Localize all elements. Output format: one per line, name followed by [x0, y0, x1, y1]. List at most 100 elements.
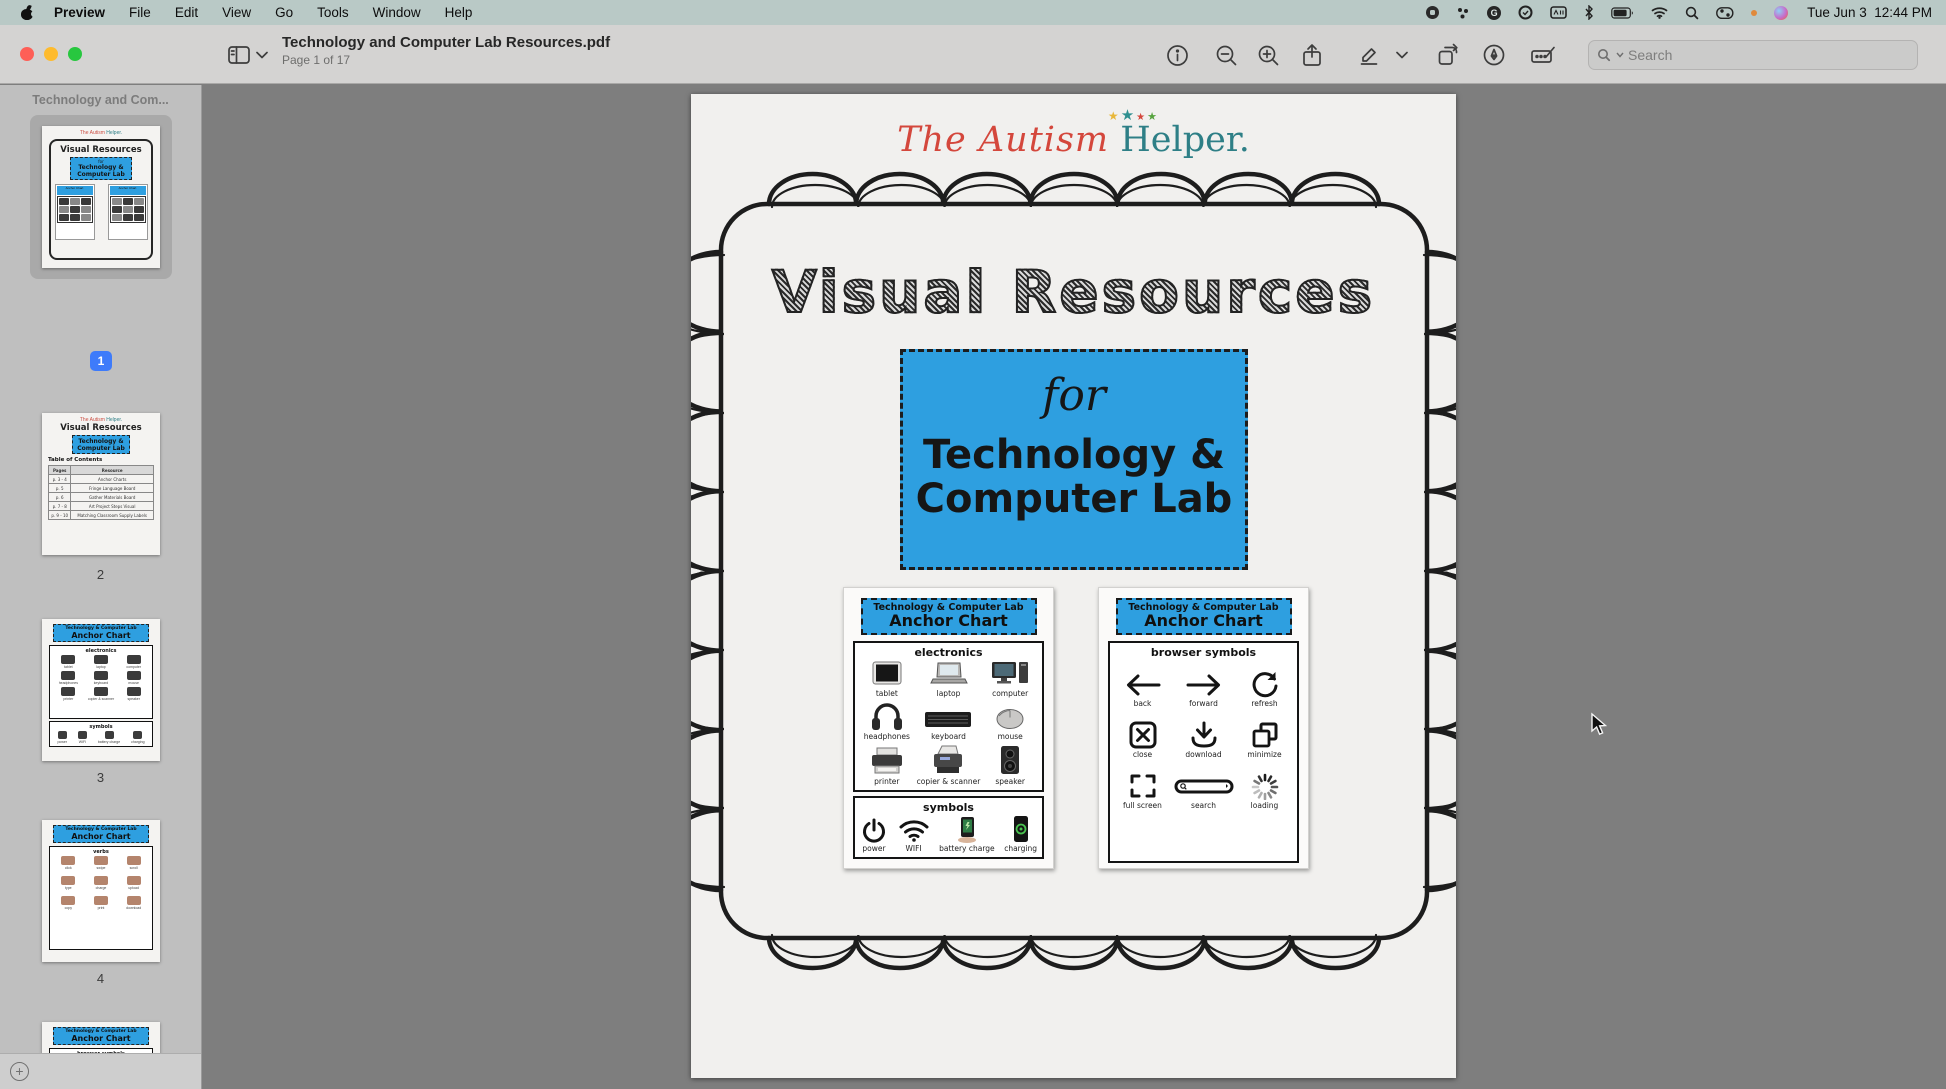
sidebar-toggle-button[interactable]	[224, 41, 254, 69]
sidebar-options-chevron[interactable]	[252, 41, 272, 69]
item-tablet: tablet	[857, 659, 917, 700]
wifi-icon[interactable]	[1651, 6, 1668, 19]
search-icon	[1597, 48, 1612, 62]
thumb4-item: swipe	[85, 856, 118, 870]
download-icon	[1188, 721, 1220, 749]
thumb4-item: upload	[117, 876, 150, 890]
item-back: back	[1112, 669, 1173, 710]
item-minimize: minimize	[1234, 720, 1295, 761]
thumb4-item: type	[52, 876, 85, 890]
search-placeholder: Search	[1628, 47, 1672, 63]
thumb2-toc: Table of Contents PagesResource p. 3 - 4…	[48, 457, 154, 520]
thumb3-symbols: symbols powerWIFIbattery chargecharging	[49, 721, 153, 747]
page-4-number: 4	[0, 971, 201, 986]
search-bar-icon	[1174, 772, 1234, 800]
thumb3-item: computer	[117, 655, 150, 669]
sidebar-footer: +	[0, 1053, 201, 1089]
thumb4-item: click	[52, 856, 85, 870]
item-printer: printer	[857, 743, 917, 788]
control-center-icon[interactable]	[1716, 7, 1734, 19]
menu-bar: Preview File Edit View Go Tools Window H…	[0, 0, 1946, 25]
highlight-options-chevron[interactable]	[1392, 41, 1412, 69]
mouse-cursor	[1588, 712, 1610, 738]
banner-line2: Computer Lab	[903, 477, 1245, 521]
minimize-icon	[1250, 721, 1280, 749]
thumb3-symbol: power	[57, 731, 67, 744]
bluetooth-icon[interactable]	[1584, 5, 1594, 20]
document-title: Technology and Computer Lab Resources.pd…	[282, 34, 610, 51]
document-view: The Autism Helper. ★★★★ Visual Resources…	[202, 85, 1946, 1089]
toc-row: p. 5Fringe Language Board	[49, 484, 154, 493]
zoom-out-button[interactable]	[1211, 41, 1241, 69]
chart-header: Technology & Computer Lab Anchor Chart	[1116, 598, 1292, 635]
thumbnail-page-3[interactable]: Technology & Computer Lab Anchor Chart e…	[42, 619, 160, 761]
page-3-number: 3	[0, 770, 201, 785]
thumbnail-page-2[interactable]: The Autism Helper. Visual Resources Tech…	[42, 413, 160, 555]
minimize-window-button[interactable]	[44, 47, 58, 61]
screen-record-icon[interactable]	[1426, 6, 1439, 19]
antivirus-icon[interactable]	[1518, 5, 1533, 20]
loading-spinner-icon	[1250, 772, 1280, 800]
item-close: close	[1112, 720, 1173, 761]
power-icon	[860, 817, 888, 843]
spotlight-icon[interactable]	[1685, 6, 1699, 20]
menu-item-file[interactable]: File	[117, 5, 163, 20]
thumb1-mini-charts: Anchor Chart Anchor Chart	[42, 184, 160, 240]
item-keyboard: keyboard	[917, 700, 981, 743]
apple-menu-icon[interactable]	[20, 6, 34, 20]
back-arrow-icon	[1123, 672, 1163, 698]
battery-icon[interactable]	[1611, 7, 1634, 19]
search-scope-chevron-icon	[1616, 52, 1624, 58]
menu-item-app[interactable]: Preview	[42, 5, 117, 20]
input-switcher-icon[interactable]	[1550, 6, 1567, 19]
thumb1-logo: The Autism Helper.	[42, 130, 160, 136]
search-input[interactable]: Search	[1588, 40, 1918, 70]
close-window-button[interactable]	[20, 47, 34, 61]
banner-for: for	[903, 370, 1245, 421]
zoom-in-button[interactable]	[1253, 41, 1283, 69]
thumb3-symbol: charging	[131, 731, 144, 744]
siri-icon[interactable]	[1774, 6, 1788, 20]
menu-item-tools[interactable]: Tools	[305, 5, 361, 20]
grammarly-icon[interactable]: G	[1487, 6, 1501, 20]
menu-item-go[interactable]: Go	[263, 5, 305, 20]
thumb4-item: charge	[85, 876, 118, 890]
title-banner: for Technology & Computer Lab	[900, 349, 1248, 570]
info-button[interactable]	[1162, 41, 1192, 69]
toc-row: p. 9 - 10Matching Classroom Supply Label…	[49, 511, 154, 520]
thumb4-verbs: verbs clickswipescrolltypechargeuploadco…	[49, 846, 153, 950]
app-dots-icon[interactable]	[1456, 6, 1470, 20]
thumb3-item: keyboard	[85, 671, 118, 685]
add-page-button[interactable]: +	[10, 1062, 29, 1081]
thumb3-symbol: battery charge	[98, 731, 120, 744]
menu-item-edit[interactable]: Edit	[163, 5, 210, 20]
zoom-window-button[interactable]	[68, 47, 82, 61]
notification-dot	[1751, 10, 1757, 16]
thumbnail-page-1[interactable]: The Autism Helper. Visual Resources for …	[42, 126, 160, 268]
item-download: download	[1173, 720, 1234, 761]
item-battery-charge: battery charge	[939, 814, 995, 855]
markup-button[interactable]	[1479, 41, 1509, 69]
share-button[interactable]	[1297, 41, 1327, 69]
sidebar-document-label: Technology and Com...	[0, 93, 201, 107]
page-1-badge: 1	[90, 351, 112, 371]
page-status: Page 1 of 17	[282, 53, 610, 67]
thumb3-item: headphones	[52, 671, 85, 685]
menu-item-window[interactable]: Window	[361, 5, 433, 20]
rotate-button[interactable]	[1433, 41, 1463, 69]
highlight-button[interactable]	[1354, 41, 1384, 69]
menu-clock[interactable]: Tue Jun 3 12:44 PM	[1807, 5, 1932, 20]
thumb3-header: Technology & Computer Lab Anchor Chart	[53, 624, 149, 642]
fill-sign-button[interactable]	[1528, 41, 1558, 69]
menu-item-help[interactable]: Help	[433, 5, 485, 20]
keyboard-icon	[923, 707, 973, 731]
item-loading: loading	[1234, 771, 1295, 812]
desktop-computer-icon	[988, 660, 1032, 688]
thumb3-electronics: electronics tabletlaptopcomputerheadphon…	[49, 645, 153, 719]
thumbnail-page-4[interactable]: Technology & Computer Lab Anchor Chart v…	[42, 820, 160, 962]
symbols-section: symbols power WIFI battery charge	[853, 796, 1044, 859]
charging-icon	[1012, 815, 1030, 843]
thumb3-symbol: WIFI	[78, 731, 87, 744]
item-power: power	[860, 814, 888, 855]
menu-item-view[interactable]: View	[210, 5, 263, 20]
